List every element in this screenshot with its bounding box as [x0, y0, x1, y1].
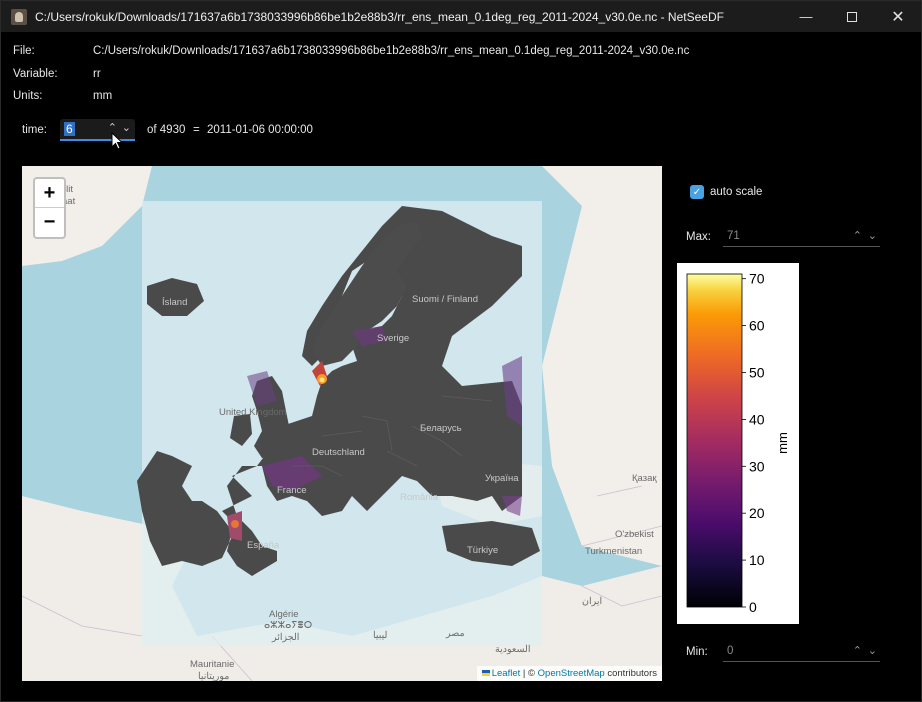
- map-label: Algérie: [269, 609, 299, 620]
- units-label: Units:: [13, 90, 43, 102]
- chevron-up-icon[interactable]: ⌃: [853, 229, 862, 242]
- zoom-control: + −: [33, 177, 66, 239]
- leaflet-map[interactable]: llit aat Ísland Suomi / Finland Sverige …: [22, 166, 662, 681]
- title-bar[interactable]: C:/Users/rokuk/Downloads/171637a6b173803…: [1, 1, 921, 32]
- maximize-icon: [847, 11, 857, 22]
- map-label: مصر: [446, 628, 465, 639]
- colorbar-unit-label: mm: [775, 432, 790, 454]
- app-window: C:/Users/rokuk/Downloads/171637a6b173803…: [0, 0, 922, 702]
- map-label: France: [277, 485, 307, 496]
- osm-link[interactable]: OpenStreetMap: [538, 668, 605, 679]
- map-attribution: Leaflet | © OpenStreetMap contributors: [476, 666, 662, 681]
- colorbar-tick-label: 60: [749, 318, 765, 334]
- chevron-down-icon[interactable]: ⌄: [868, 644, 877, 657]
- map-label: Suomi / Finland: [412, 294, 479, 305]
- colorbar-tick-label: 30: [749, 458, 765, 474]
- time-label: time:: [22, 124, 47, 136]
- close-button[interactable]: ✕: [875, 1, 921, 32]
- file-path: C:/Users/rokuk/Downloads/171637a6b173803…: [93, 45, 690, 57]
- leaflet-link[interactable]: Leaflet: [492, 668, 521, 679]
- map-label: Türkiye: [467, 545, 499, 556]
- map-label: Mauritanie: [190, 659, 235, 670]
- attribution-contributors: contributors: [607, 668, 657, 679]
- colorbar-tick-label: 10: [749, 552, 765, 568]
- window-controls: — ✕: [783, 1, 921, 32]
- colorbar-tick-label: 50: [749, 364, 765, 380]
- min-label: Min:: [686, 646, 708, 658]
- colorbar: 0 10 20 30 40 50 60 70 mm: [677, 263, 799, 624]
- checkmark-icon: ✓: [692, 186, 702, 198]
- maximize-button[interactable]: [829, 1, 875, 32]
- mouse-cursor-icon: [111, 132, 123, 150]
- map-label: Беларусь: [420, 423, 462, 434]
- map-label: ایران: [582, 596, 603, 607]
- units-value: mm: [93, 90, 113, 102]
- chevron-down-icon[interactable]: ⌄: [868, 229, 877, 242]
- map-label: موريتانيا: [198, 671, 230, 681]
- map-label: España: [247, 540, 280, 551]
- max-spinbox[interactable]: 71 ⌃ ⌄: [723, 227, 880, 247]
- map-label: السعودية: [495, 644, 531, 655]
- time-date: 2011-01-06 00:00:00: [207, 124, 313, 136]
- map-tiles: [22, 166, 662, 681]
- map-label: الجزائر: [272, 632, 300, 643]
- ukraine-flag-icon: [481, 670, 490, 677]
- zoom-out-button[interactable]: −: [35, 208, 64, 237]
- map-label: Ísland: [162, 297, 188, 308]
- zoom-in-button[interactable]: +: [35, 179, 64, 208]
- time-equals: =: [193, 124, 200, 136]
- colorbar-graphic: 0 10 20 30 40 50 60 70 mm: [686, 271, 790, 615]
- time-count: of 4930: [147, 124, 186, 136]
- max-label: Max:: [686, 231, 711, 243]
- time-index-value[interactable]: 6: [64, 122, 75, 136]
- auto-scale-checkbox[interactable]: ✓: [690, 185, 704, 199]
- min-spinbox[interactable]: 0 ⌃ ⌄: [723, 642, 880, 662]
- map-label: O'zbekist: [615, 529, 654, 540]
- map-label: Қазақ: [632, 473, 657, 484]
- map-label: Deutschland: [312, 447, 365, 458]
- min-value[interactable]: 0: [727, 645, 733, 657]
- map-label: ليبيا: [373, 630, 388, 641]
- attribution-separator: | ©: [522, 668, 535, 679]
- app-logo-icon: [11, 8, 27, 25]
- close-icon: ✕: [891, 8, 905, 26]
- auto-scale-label[interactable]: auto scale: [710, 186, 762, 198]
- map-label: ⴰⵣⵣⴰⵢⴻⵔ: [264, 620, 313, 631]
- window-title: C:/Users/rokuk/Downloads/171637a6b173803…: [35, 9, 724, 24]
- map-label: United Kingdom: [219, 407, 287, 418]
- colorbar-tick-label: 0: [749, 599, 757, 615]
- max-value[interactable]: 71: [727, 230, 740, 242]
- minimize-button[interactable]: —: [783, 1, 829, 32]
- file-label: File:: [13, 45, 35, 57]
- map-label: Turkmenistan: [585, 546, 643, 557]
- map-label: România: [400, 492, 439, 503]
- minimize-icon: —: [799, 9, 813, 24]
- colorbar-tick-label: 40: [749, 411, 765, 427]
- map-label: Україна: [485, 473, 519, 484]
- colorbar-tick-label: 20: [749, 505, 765, 521]
- chevron-up-icon[interactable]: ⌃: [853, 644, 862, 657]
- colorbar-tick-label: 70: [749, 271, 765, 287]
- variable-value: rr: [93, 68, 101, 80]
- variable-label: Variable:: [13, 68, 58, 80]
- map-label: Sverige: [377, 333, 410, 344]
- time-spinbox[interactable]: 6 ⌃ ⌄: [60, 119, 135, 141]
- chevron-down-icon[interactable]: ⌄: [122, 121, 131, 134]
